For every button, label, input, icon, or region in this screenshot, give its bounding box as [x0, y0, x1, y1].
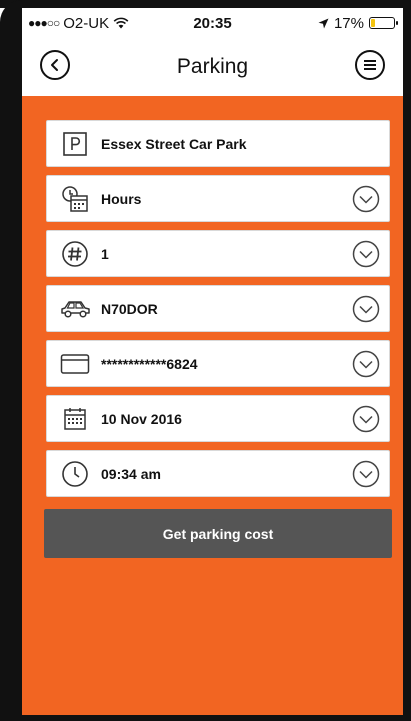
- chevron-down-icon[interactable]: [351, 184, 381, 214]
- battery-level: [371, 19, 375, 27]
- payment-card-select[interactable]: ************6824: [46, 340, 390, 387]
- get-parking-cost-button[interactable]: Get parking cost: [44, 509, 392, 558]
- device-frame: [403, 0, 411, 721]
- card-number: ************6824: [101, 355, 198, 372]
- nav-bar: Parking: [22, 38, 403, 96]
- time-select[interactable]: 09:34 am: [46, 450, 390, 497]
- clock-icon: [62, 460, 88, 487]
- selected-time: 09:34 am: [101, 465, 161, 482]
- device-frame: [0, 0, 22, 721]
- car-park-field[interactable]: Essex Street Car Park: [46, 120, 390, 167]
- selected-date: 10 Nov 2016: [101, 410, 182, 427]
- chevron-down-icon[interactable]: [351, 239, 381, 269]
- duration-unit-value: Hours: [101, 190, 142, 207]
- phone: ●●●○○ O2-UK 20:35 17% Parking Essex Stre…: [0, 0, 411, 721]
- calendar-icon: [64, 407, 86, 430]
- chevron-down-icon[interactable]: [351, 459, 381, 489]
- clock-calendar-icon: [62, 185, 88, 212]
- parking-form: Essex Street Car Park Hours 1 N70DOR ***…: [22, 96, 403, 715]
- battery-percent: 17%: [333, 14, 364, 32]
- duration-value-select[interactable]: 1: [46, 230, 390, 277]
- chevron-down-icon[interactable]: [351, 349, 381, 379]
- page-title: Parking: [176, 55, 249, 78]
- credit-card-icon: [60, 353, 90, 374]
- chevron-down-icon[interactable]: [351, 294, 381, 324]
- wifi-icon: [113, 17, 129, 29]
- parking-sign-icon: [63, 131, 87, 156]
- back-button[interactable]: [40, 50, 70, 80]
- carrier-name: O2-UK: [63, 14, 110, 32]
- hash-icon: [62, 240, 88, 267]
- date-select[interactable]: 10 Nov 2016: [46, 395, 390, 442]
- chevron-down-icon[interactable]: [351, 404, 381, 434]
- screen: ●●●○○ O2-UK 20:35 17% Parking Essex Stre…: [22, 8, 403, 715]
- status-bar: ●●●○○ O2-UK 20:35 17%: [22, 8, 403, 38]
- car-icon: [61, 300, 90, 318]
- duration-unit-select[interactable]: Hours: [46, 175, 390, 222]
- signal-strength: ●●●○○: [28, 16, 60, 30]
- menu-button[interactable]: [355, 50, 385, 80]
- vehicle-select[interactable]: N70DOR: [46, 285, 390, 332]
- chevron-left-icon: [51, 59, 58, 71]
- menu-icon: [364, 60, 376, 70]
- location-arrow-icon: [318, 18, 329, 28]
- vehicle-registration: N70DOR: [101, 300, 158, 317]
- duration-value: 1: [101, 245, 109, 262]
- car-park-name: Essex Street Car Park: [101, 135, 247, 152]
- device-frame: [0, 715, 411, 721]
- battery-icon: [369, 17, 398, 29]
- device-frame: [0, 0, 411, 8]
